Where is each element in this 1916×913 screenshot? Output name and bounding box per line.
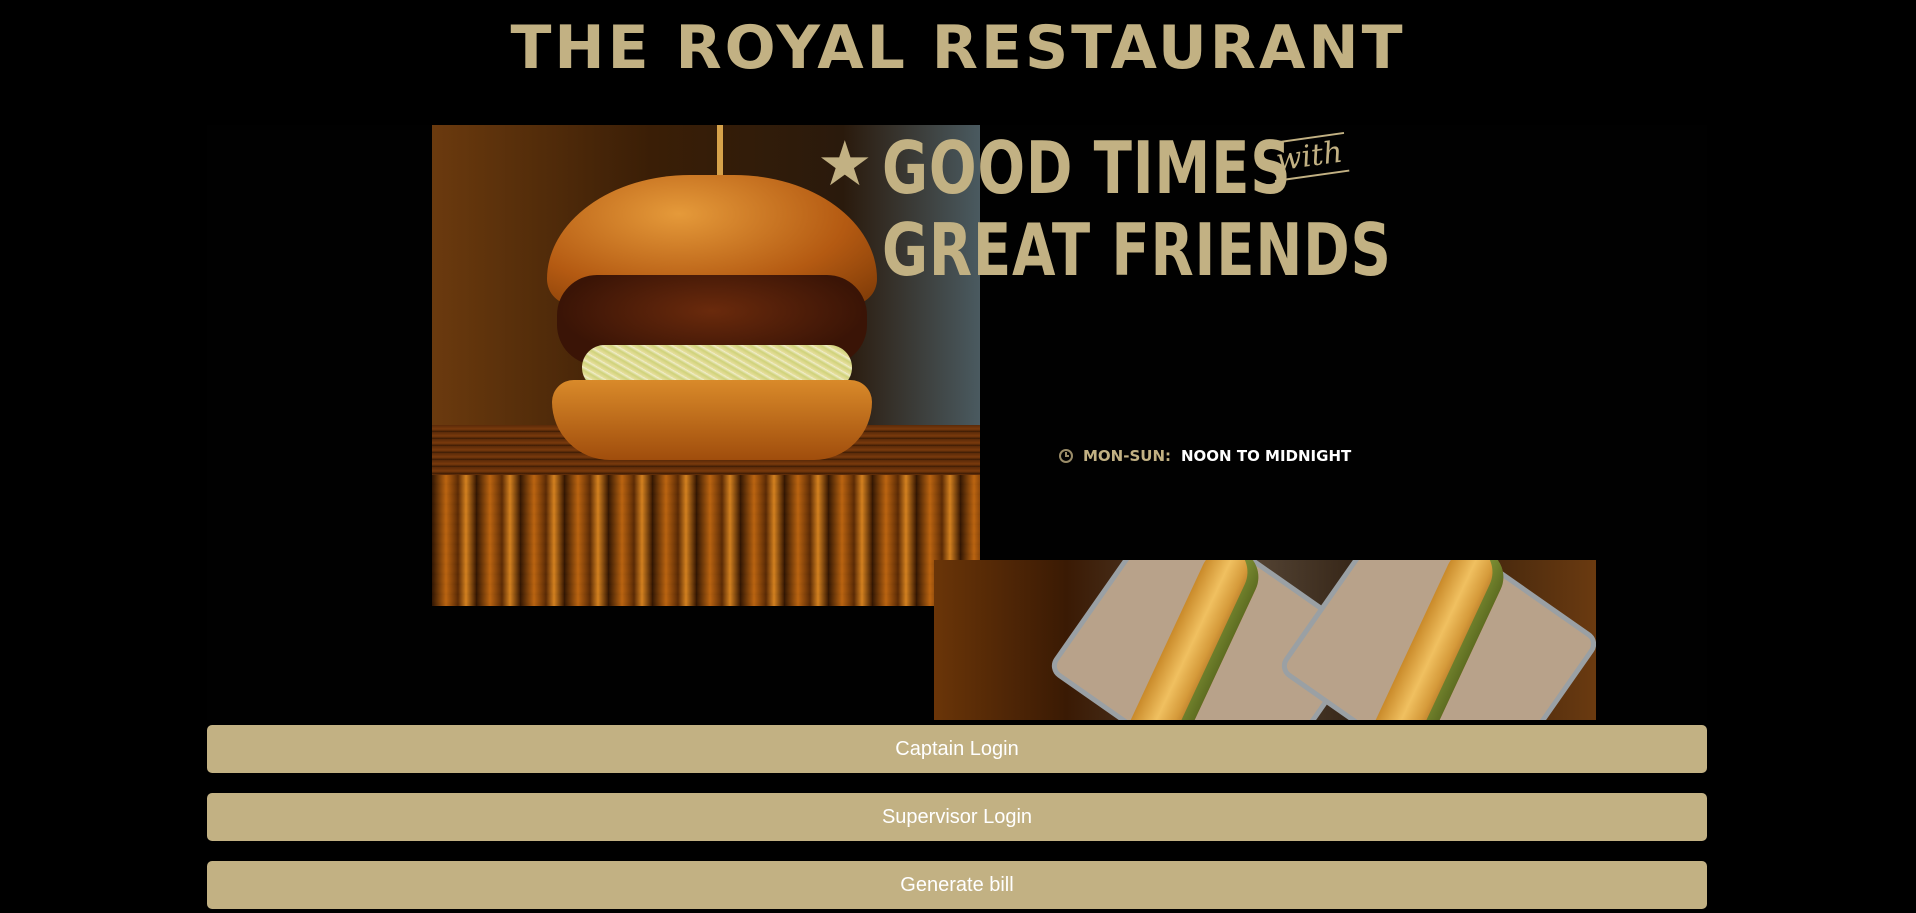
captain-login-button[interactable]: Captain Login xyxy=(207,725,1707,773)
sandwich-photo xyxy=(934,560,1596,720)
headline-line-1: GOOD TIMES xyxy=(882,126,1292,210)
generate-bill-button[interactable]: Generate bill xyxy=(207,861,1707,909)
clock-icon xyxy=(1059,449,1073,463)
site-title: THE ROYAL RESTAURANT xyxy=(510,13,1406,83)
page: THE ROYAL RESTAURANT ★ GOOD TIMES with G… xyxy=(0,0,1916,913)
supervisor-login-button[interactable]: Supervisor Login xyxy=(207,793,1707,841)
hours-days: MON-SUN: xyxy=(1083,447,1171,465)
star-icon: ★ xyxy=(817,127,873,200)
hours-time: NOON TO MIDNIGHT xyxy=(1181,447,1352,465)
hero-banner-image: ★ GOOD TIMES with GREAT FRIENDS MON-SUN:… xyxy=(207,125,1707,720)
opening-hours: MON-SUN: NOON TO MIDNIGHT xyxy=(1059,446,1351,466)
banner-headline: ★ GOOD TIMES with GREAT FRIENDS xyxy=(817,125,1392,300)
headline-line-2: GREAT FRIENDS xyxy=(882,208,1392,292)
